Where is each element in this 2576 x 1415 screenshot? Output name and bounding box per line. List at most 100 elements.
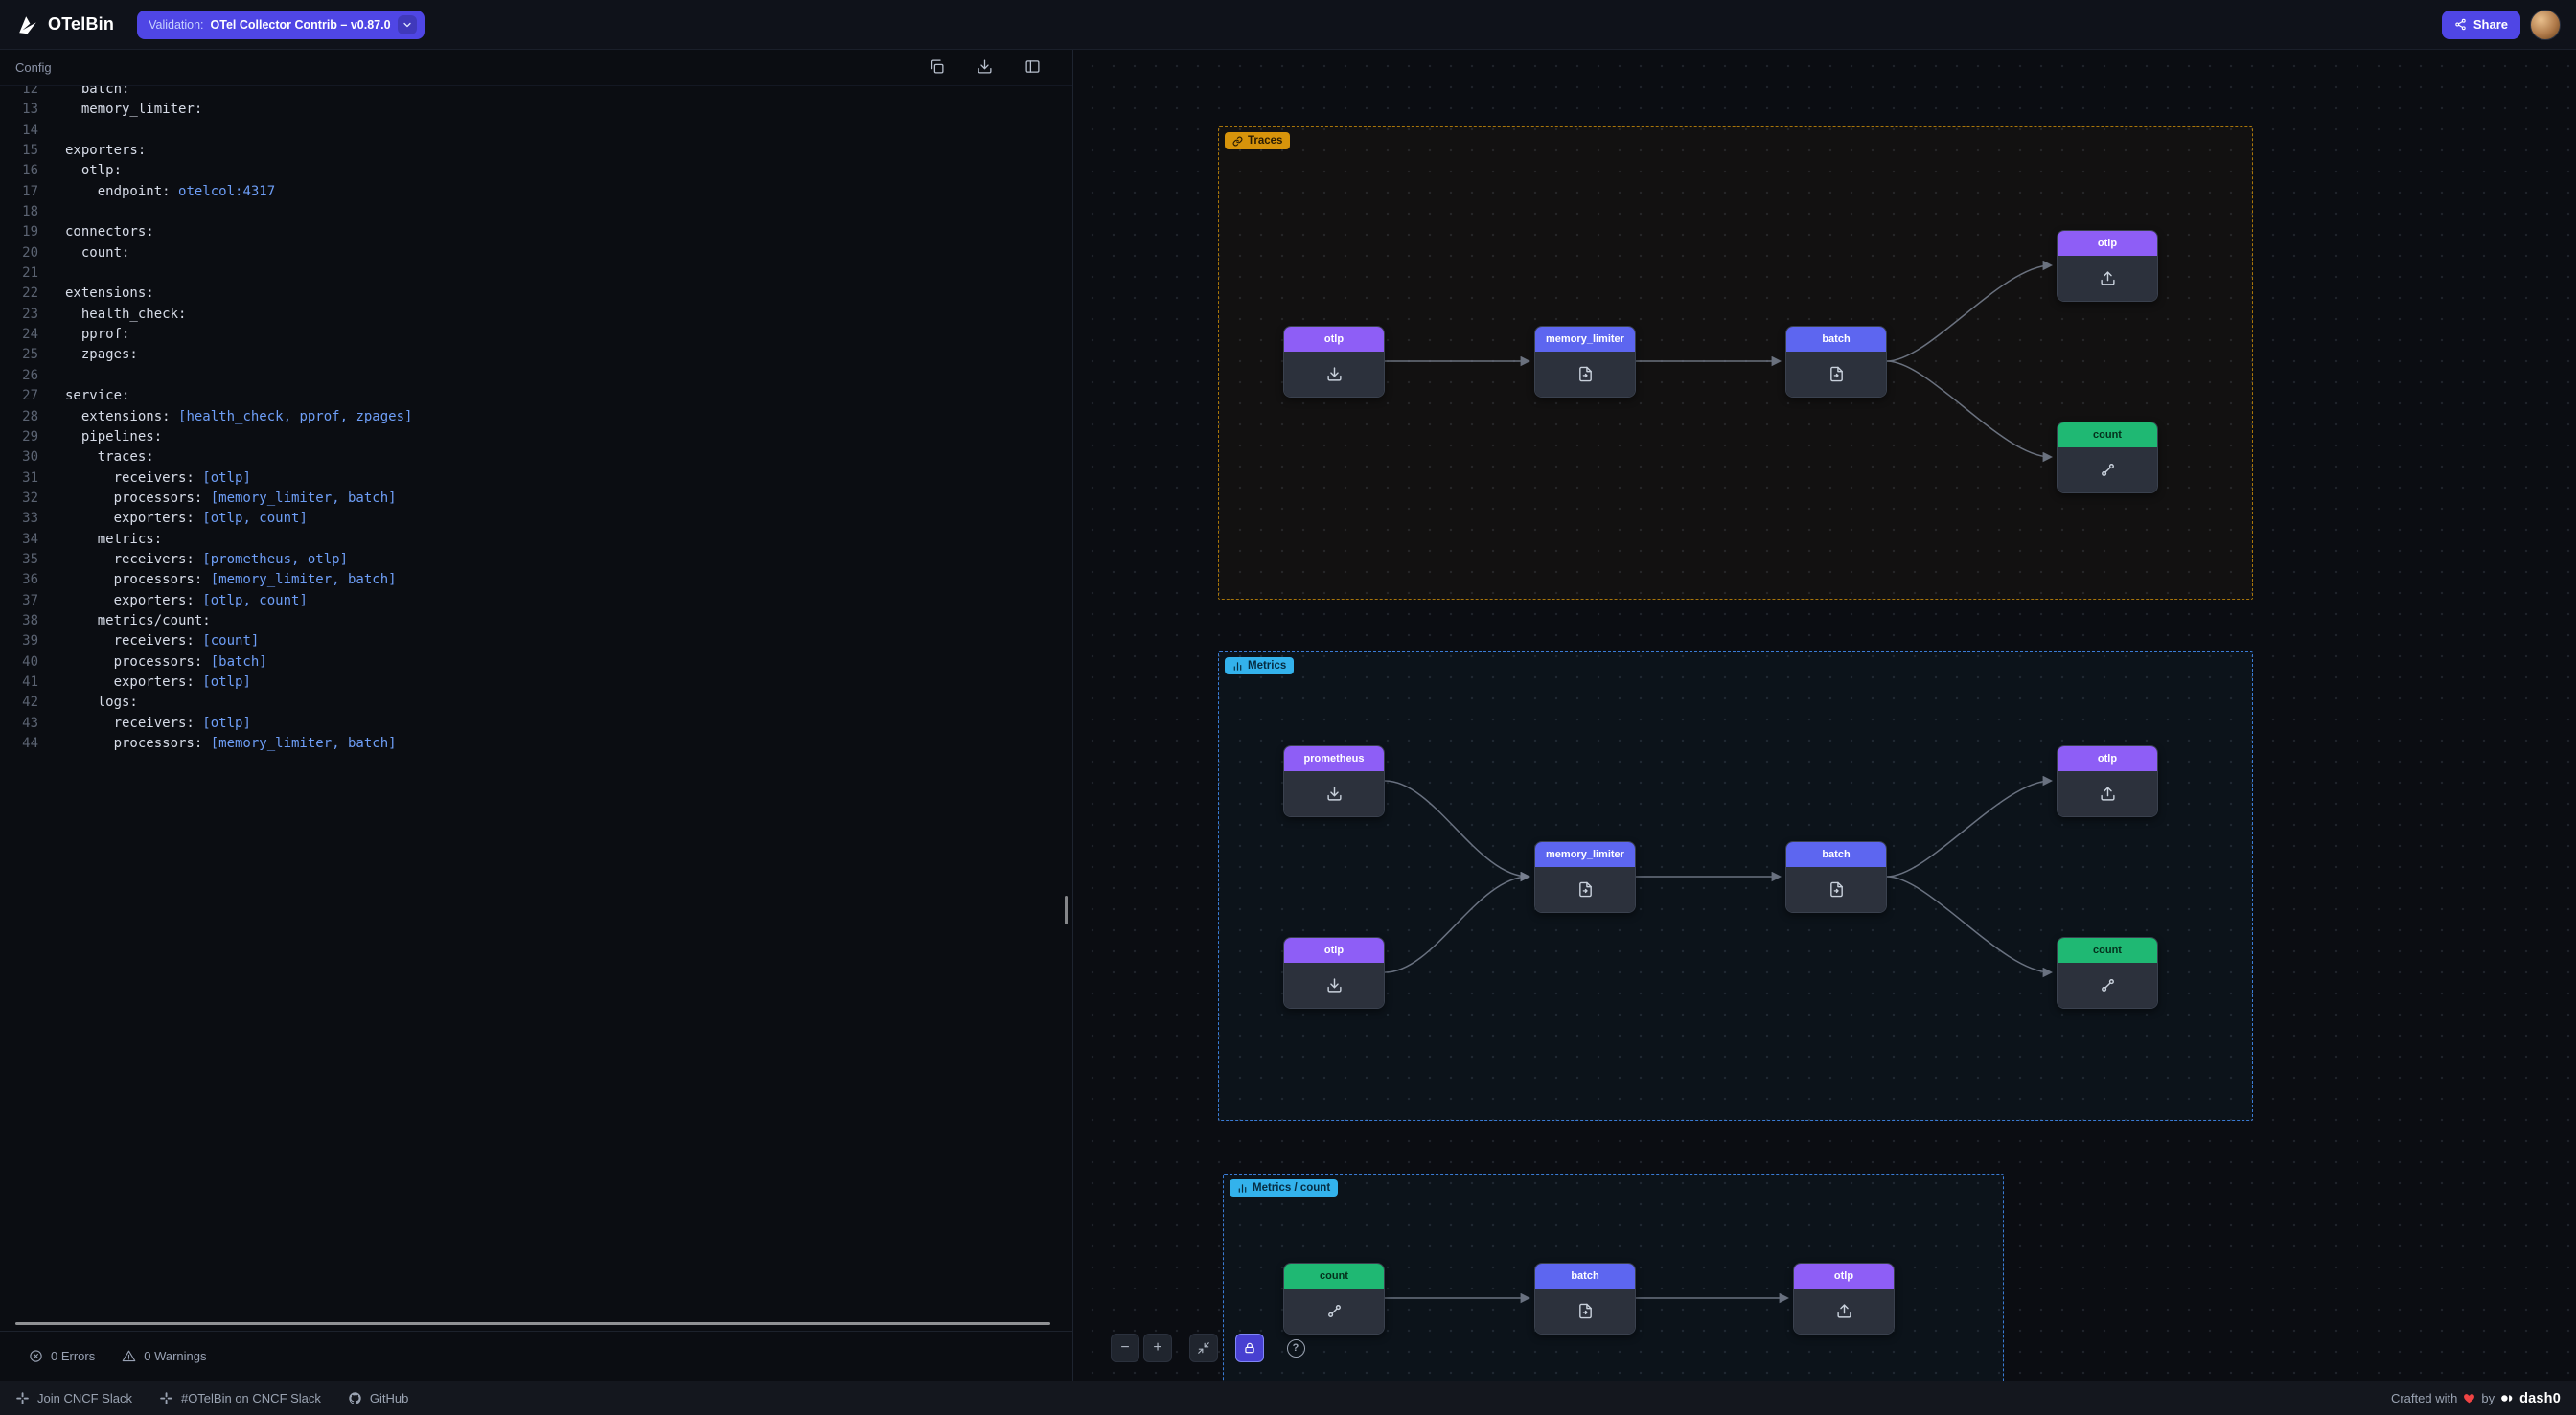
editor-line: 16 otlp: xyxy=(0,161,1072,181)
github-icon xyxy=(348,1391,362,1405)
errors-label: 0 Errors xyxy=(51,1349,95,1363)
panel-left-icon xyxy=(1024,58,1041,78)
node-label: memory_limiter xyxy=(1535,327,1635,352)
editor-line: 20 count: xyxy=(0,243,1072,263)
node-batch-processor[interactable]: batch xyxy=(1785,841,1887,913)
node-memory-limiter-processor[interactable]: memory_limiter xyxy=(1534,326,1636,398)
editor-line: 17 endpoint: otelcol:4317 xyxy=(0,182,1072,202)
node-otlp-receiver[interactable]: otlp xyxy=(1283,937,1385,1009)
footer: Join CNCF Slack #OTelBin on CNCF Slack Git… xyxy=(0,1381,2576,1415)
help-button[interactable]: ? xyxy=(1281,1334,1310,1362)
line-code: receivers: [otlp] xyxy=(65,468,251,489)
zoom-in-button[interactable]: + xyxy=(1143,1334,1172,1362)
app-title: OTelBin xyxy=(48,14,114,34)
editor-line: 25 zpages: xyxy=(0,345,1072,365)
copy-icon xyxy=(929,58,945,78)
validation-value: OTel Collector Contrib – v0.87.0 xyxy=(211,18,391,32)
node-body xyxy=(1535,867,1635,912)
line-code: health_check: xyxy=(65,305,186,325)
footer-link-otelbin-on-cncf-slack[interactable]: #OTelBin on CNCF Slack xyxy=(159,1391,321,1405)
line-number: 27 xyxy=(0,386,38,406)
file-icon xyxy=(1828,881,1845,898)
node-otlp-exporter[interactable]: otlp xyxy=(2057,745,2158,817)
editor-horizontal-scrollbar[interactable] xyxy=(15,1322,1050,1325)
node-count-connector[interactable]: count xyxy=(2057,937,2158,1009)
validation-dropdown[interactable]: Validation: OTel Collector Contrib – v0.… xyxy=(137,11,424,39)
editor-vertical-scrollbar[interactable] xyxy=(1065,896,1068,924)
line-code: receivers: [count] xyxy=(65,631,259,651)
download-icon xyxy=(1326,366,1343,382)
code-editor[interactable]: 12 batch:13 memory_limiter:1415exporters… xyxy=(0,86,1072,1331)
main: Config xyxy=(0,50,2576,1381)
node-otlp-receiver[interactable]: otlp xyxy=(1283,326,1385,398)
graph-icon xyxy=(1326,1303,1343,1319)
line-code: zpages: xyxy=(65,345,138,365)
line-number: 33 xyxy=(0,509,38,529)
line-code: pprof: xyxy=(65,325,129,345)
node-body xyxy=(2058,771,2157,816)
editor-line: 37 exporters: [otlp, count] xyxy=(0,591,1072,611)
line-code: extensions: [health_check, pprof, zpages… xyxy=(65,407,412,427)
fit-view-button[interactable] xyxy=(1189,1334,1218,1362)
copy-config-button[interactable] xyxy=(923,55,950,81)
download-icon xyxy=(977,58,993,78)
line-code: endpoint: otelcol:4317 xyxy=(65,182,275,202)
dash0-logo[interactable]: dash0 xyxy=(2500,1391,2561,1406)
footer-link-github[interactable]: GitHub xyxy=(348,1391,408,1405)
node-memory-limiter-processor[interactable]: memory_limiter xyxy=(1534,841,1636,913)
line-number: 17 xyxy=(0,182,38,202)
node-batch-processor[interactable]: batch xyxy=(1534,1263,1636,1335)
editor-line: 31 receivers: [otlp] xyxy=(0,468,1072,489)
line-number: 25 xyxy=(0,345,38,365)
editor-line: 15exporters: xyxy=(0,141,1072,161)
file-icon xyxy=(1577,881,1594,898)
node-label: otlp xyxy=(2058,746,2157,771)
footer-links: Join CNCF Slack #OTelBin on CNCF Slack Git… xyxy=(15,1391,408,1405)
pipeline-edge xyxy=(1385,877,1529,972)
warnings-status: 0 Warnings xyxy=(122,1349,206,1363)
node-body xyxy=(2058,256,2157,301)
pipeline-canvas[interactable]: TracesMetricsMetrics / count otlpmemory_… xyxy=(1074,50,2576,1381)
node-batch-processor[interactable]: batch xyxy=(1785,326,1887,398)
crafted-with-text: Crafted with xyxy=(2391,1391,2457,1405)
upload-icon xyxy=(2100,270,2116,286)
line-number: 19 xyxy=(0,222,38,242)
line-code: otlp: xyxy=(65,161,122,181)
line-number: 28 xyxy=(0,407,38,427)
node-otlp-exporter[interactable]: otlp xyxy=(1793,1263,1895,1335)
line-code: connectors: xyxy=(65,222,154,242)
node-count-connector[interactable]: count xyxy=(1283,1263,1385,1335)
dash0-wordmark: dash0 xyxy=(2519,1391,2561,1406)
editor-line: 22extensions: xyxy=(0,284,1072,304)
line-number: 36 xyxy=(0,570,38,590)
editor-line: 13 memory_limiter: xyxy=(0,100,1072,120)
node-prometheus-receiver[interactable]: prometheus xyxy=(1283,745,1385,817)
chevron-down-icon xyxy=(398,15,417,34)
line-code: batch: xyxy=(65,86,129,100)
line-number: 20 xyxy=(0,243,38,263)
zoom-out-button[interactable]: − xyxy=(1111,1334,1139,1362)
line-number: 13 xyxy=(0,100,38,120)
line-number: 16 xyxy=(0,161,38,181)
editor-line: 19 connectors: xyxy=(0,222,1072,242)
line-number: 12 xyxy=(0,86,38,100)
lock-button[interactable] xyxy=(1235,1334,1264,1362)
share-button[interactable]: Share xyxy=(2442,11,2520,39)
line-code: service: xyxy=(65,386,129,406)
editor-line: 33 exporters: [otlp, count] xyxy=(0,509,1072,529)
line-code: receivers: [otlp] xyxy=(65,714,251,734)
slack-icon xyxy=(15,1391,30,1405)
node-count-connector[interactable]: count xyxy=(2057,422,2158,493)
otelbin-logo xyxy=(15,12,40,37)
download-config-button[interactable] xyxy=(971,55,998,81)
credit: Crafted with by dash0 xyxy=(2391,1391,2561,1406)
line-number: 15 xyxy=(0,141,38,161)
pipeline-edge xyxy=(1887,781,2051,877)
node-otlp-exporter[interactable]: otlp xyxy=(2057,230,2158,302)
line-number: 31 xyxy=(0,468,38,489)
user-avatar[interactable] xyxy=(2530,10,2561,40)
footer-link-join-cncf-slack[interactable]: Join CNCF Slack xyxy=(15,1391,132,1405)
collapse-panel-button[interactable] xyxy=(1019,55,1046,81)
line-code: memory_limiter: xyxy=(65,100,202,120)
node-label: otlp xyxy=(1284,327,1384,352)
